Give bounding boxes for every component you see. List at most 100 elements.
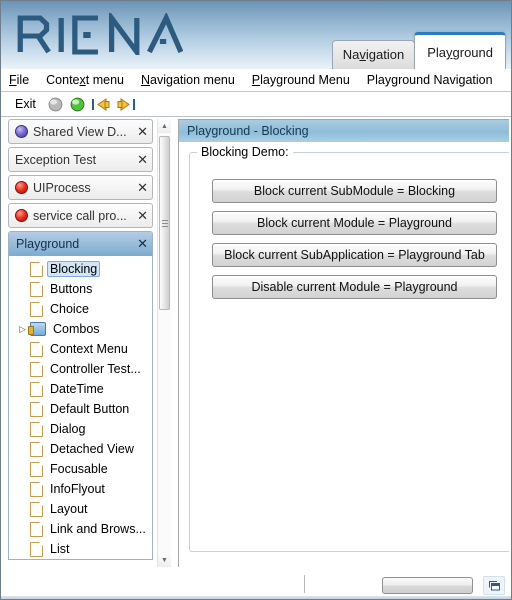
module-uiprocess[interactable]: UIProcess ✕ <box>8 175 153 200</box>
document-icon <box>30 381 43 397</box>
tree-item-label: Default Button <box>50 402 130 416</box>
status-progress-bar <box>382 577 473 594</box>
close-icon[interactable]: ✕ <box>134 180 148 196</box>
scroll-down-arrow-icon[interactable]: ▼ <box>158 553 171 567</box>
menu-item-playground-navigation-label: Playground Navigation <box>366 73 493 87</box>
tree-item-detached-view[interactable]: Detached View <box>9 439 152 459</box>
disable-current-module-button[interactable]: Disable current Module = Playground <box>212 275 497 299</box>
exit-button-label: Exit <box>15 97 36 111</box>
document-icon <box>30 481 43 497</box>
menu-item-file-label: File <box>9 73 30 87</box>
application-window: Navigation Playground File Context menu … <box>0 0 512 600</box>
scrollbar-grip-icon <box>161 219 168 227</box>
exit-button[interactable]: Exit <box>15 97 36 111</box>
navigation-sidebar: Shared View D... ✕ Exception Test ✕ UIPr… <box>3 119 171 567</box>
navigation-scrollbar[interactable]: ▲ ▼ <box>157 119 171 567</box>
module-group-shared-view: Shared View D... ✕ <box>8 119 153 144</box>
module-service-call-process[interactable]: service call pro... ✕ <box>8 203 153 228</box>
menu-item-context-menu[interactable]: Context menu <box>46 73 124 87</box>
menu-item-navigation-menu[interactable]: Navigation menu <box>141 73 235 87</box>
tree-item-layout[interactable]: Layout <box>9 499 152 519</box>
green-sphere-icon[interactable] <box>70 97 85 112</box>
tab-playground[interactable]: Playground <box>414 32 506 69</box>
body-area: Shared View D... ✕ Exception Test ✕ UIPr… <box>1 117 511 569</box>
back-to-first-arrow-icon[interactable] <box>91 97 110 111</box>
block-current-module-button[interactable]: Block current Module = Playground <box>212 211 497 235</box>
tool-bar: Exit <box>1 92 511 117</box>
scroll-up-arrow-icon[interactable]: ▲ <box>158 119 171 133</box>
globe-icon <box>15 125 28 138</box>
tree-item-buttons[interactable]: Buttons <box>9 279 152 299</box>
tree-item-label: Link and Brows... <box>50 522 146 536</box>
tree-item-label: Combos <box>53 322 100 336</box>
tree-item-combos[interactable]: ▷ Combos <box>9 319 152 339</box>
menu-item-playground-menu-label: Playground Menu <box>251 73 350 87</box>
tree-item-label: Controller Test... <box>50 362 141 376</box>
menu-item-playground-menu[interactable]: Playground Menu <box>252 73 350 87</box>
submodule-tree: Blocking Buttons Choice ▷ Combos Context… <box>9 256 152 559</box>
tree-item-datetime[interactable]: DateTime <box>9 379 152 399</box>
document-icon <box>30 261 43 277</box>
blocking-demo-button-stack: Block current SubModule = Blocking Block… <box>190 153 509 299</box>
document-icon <box>30 341 43 357</box>
menu-item-playground-navigation[interactable]: Playground Navigation <box>367 73 493 87</box>
module-group-exception-test: Exception Test ✕ <box>8 147 153 172</box>
tree-item-choice[interactable]: Choice <box>9 299 152 319</box>
module-playground-header[interactable]: Playground ✕ <box>9 232 152 256</box>
document-icon <box>30 501 43 517</box>
folder-icon <box>28 322 46 336</box>
scrollbar-thumb[interactable] <box>159 136 170 310</box>
module-label: Exception Test <box>15 152 97 167</box>
riena-logo <box>15 13 183 55</box>
tree-item-link-and-browser[interactable]: Link and Brows... <box>9 519 152 539</box>
module-label: Shared View D... <box>33 124 127 139</box>
tree-item-label: Blocking <box>47 261 101 277</box>
tree-item-default-button[interactable]: Default Button <box>9 399 152 419</box>
block-current-submodule-button[interactable]: Block current SubModule = Blocking <box>212 179 497 203</box>
module-shared-view-demo[interactable]: Shared View D... ✕ <box>8 119 153 144</box>
menu-item-navigation-menu-label: Navigation menu <box>140 73 235 87</box>
close-icon[interactable]: ✕ <box>134 208 148 224</box>
tree-item-list[interactable]: List <box>9 539 152 559</box>
tree-item-focusable[interactable]: Focusable <box>9 459 152 479</box>
tree-item-label: Context Menu <box>50 342 128 356</box>
tree-item-label: List <box>50 542 70 556</box>
tree-item-label: Choice <box>50 302 89 316</box>
tree-item-controller-test[interactable]: Controller Test... <box>9 359 152 379</box>
tree-item-blocking[interactable]: Blocking <box>9 259 152 279</box>
module-exception-test[interactable]: Exception Test ✕ <box>8 147 153 172</box>
navigation-scroll-content: Shared View D... ✕ Exception Test ✕ UIPr… <box>3 119 158 567</box>
close-icon[interactable]: ✕ <box>137 236 148 252</box>
tree-item-label: Detached View <box>50 442 134 456</box>
tree-item-dialog[interactable]: Dialog <box>9 419 152 439</box>
blocking-demo-legend: Blocking Demo: <box>197 145 293 159</box>
tree-item-context-menu[interactable]: Context Menu <box>9 339 152 359</box>
module-label: UIProcess <box>33 180 91 195</box>
tree-item-label: DateTime <box>50 382 104 396</box>
document-icon <box>30 541 43 557</box>
close-icon[interactable]: ✕ <box>134 152 148 168</box>
content-title: Playground - Blocking <box>179 120 509 143</box>
blocking-demo-group: Blocking Demo: Block current SubModule =… <box>189 145 509 552</box>
module-label: service call pro... <box>33 208 127 223</box>
tree-item-label: Focusable <box>50 462 108 476</box>
grey-sphere-icon[interactable] <box>48 97 63 112</box>
document-icon <box>30 461 43 477</box>
menu-bar: File Context menu Navigation menu Playgr… <box>1 69 511 92</box>
restore-window-icon[interactable] <box>483 576 505 595</box>
tab-navigation-label: Navigation <box>342 47 405 62</box>
tab-playground-label: Playground <box>427 45 493 60</box>
forward-to-last-arrow-icon[interactable] <box>117 97 135 111</box>
module-playground-title: Playground <box>16 236 80 251</box>
tree-item-label: Layout <box>50 502 88 516</box>
document-icon <box>30 281 43 297</box>
tab-navigation[interactable]: Navigation <box>331 40 416 69</box>
document-icon <box>30 301 43 317</box>
subapplication-tabs: Navigation Playground <box>331 32 506 69</box>
content-pane: Playground - Blocking Blocking Demo: Blo… <box>178 119 509 567</box>
menu-item-file[interactable]: File <box>9 73 29 87</box>
document-icon <box>30 441 43 457</box>
close-icon[interactable]: ✕ <box>134 124 148 140</box>
tree-item-infoflyout[interactable]: InfoFlyout <box>9 479 152 499</box>
block-current-subapplication-button[interactable]: Block current SubApplication = Playgroun… <box>212 243 497 267</box>
